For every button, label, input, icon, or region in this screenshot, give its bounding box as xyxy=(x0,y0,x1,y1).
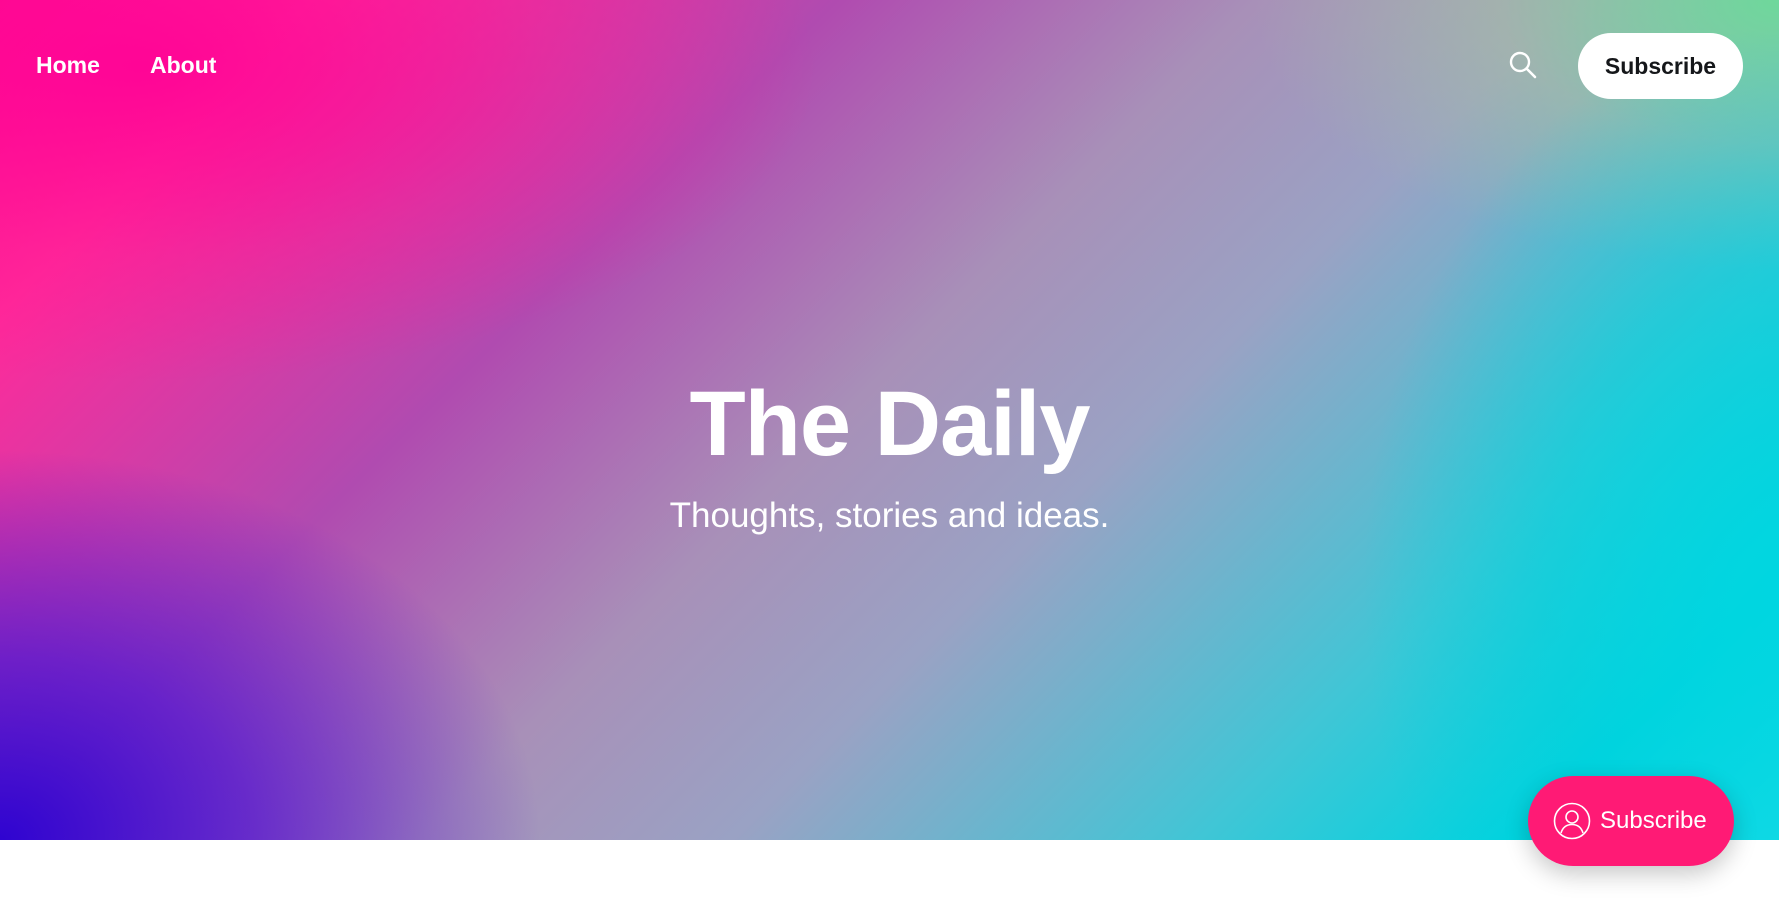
hero-header: Home About Subscribe The Daily Thoughts,… xyxy=(0,0,1779,840)
nav-link-home[interactable]: Home xyxy=(36,52,100,79)
search-icon xyxy=(1509,51,1537,79)
site-title: The Daily xyxy=(689,373,1090,475)
site-tagline: Thoughts, stories and ideas. xyxy=(669,496,1110,535)
user-circle-icon xyxy=(1553,802,1591,840)
search-button[interactable] xyxy=(1508,50,1538,80)
portal-subscribe-label: Subscribe xyxy=(1600,807,1707,834)
top-navigation: Home About Subscribe xyxy=(0,0,1779,134)
subscribe-button[interactable]: Subscribe xyxy=(1578,33,1743,99)
portal-subscribe-button[interactable]: Subscribe xyxy=(1528,776,1734,866)
nav-link-about[interactable]: About xyxy=(150,52,216,79)
